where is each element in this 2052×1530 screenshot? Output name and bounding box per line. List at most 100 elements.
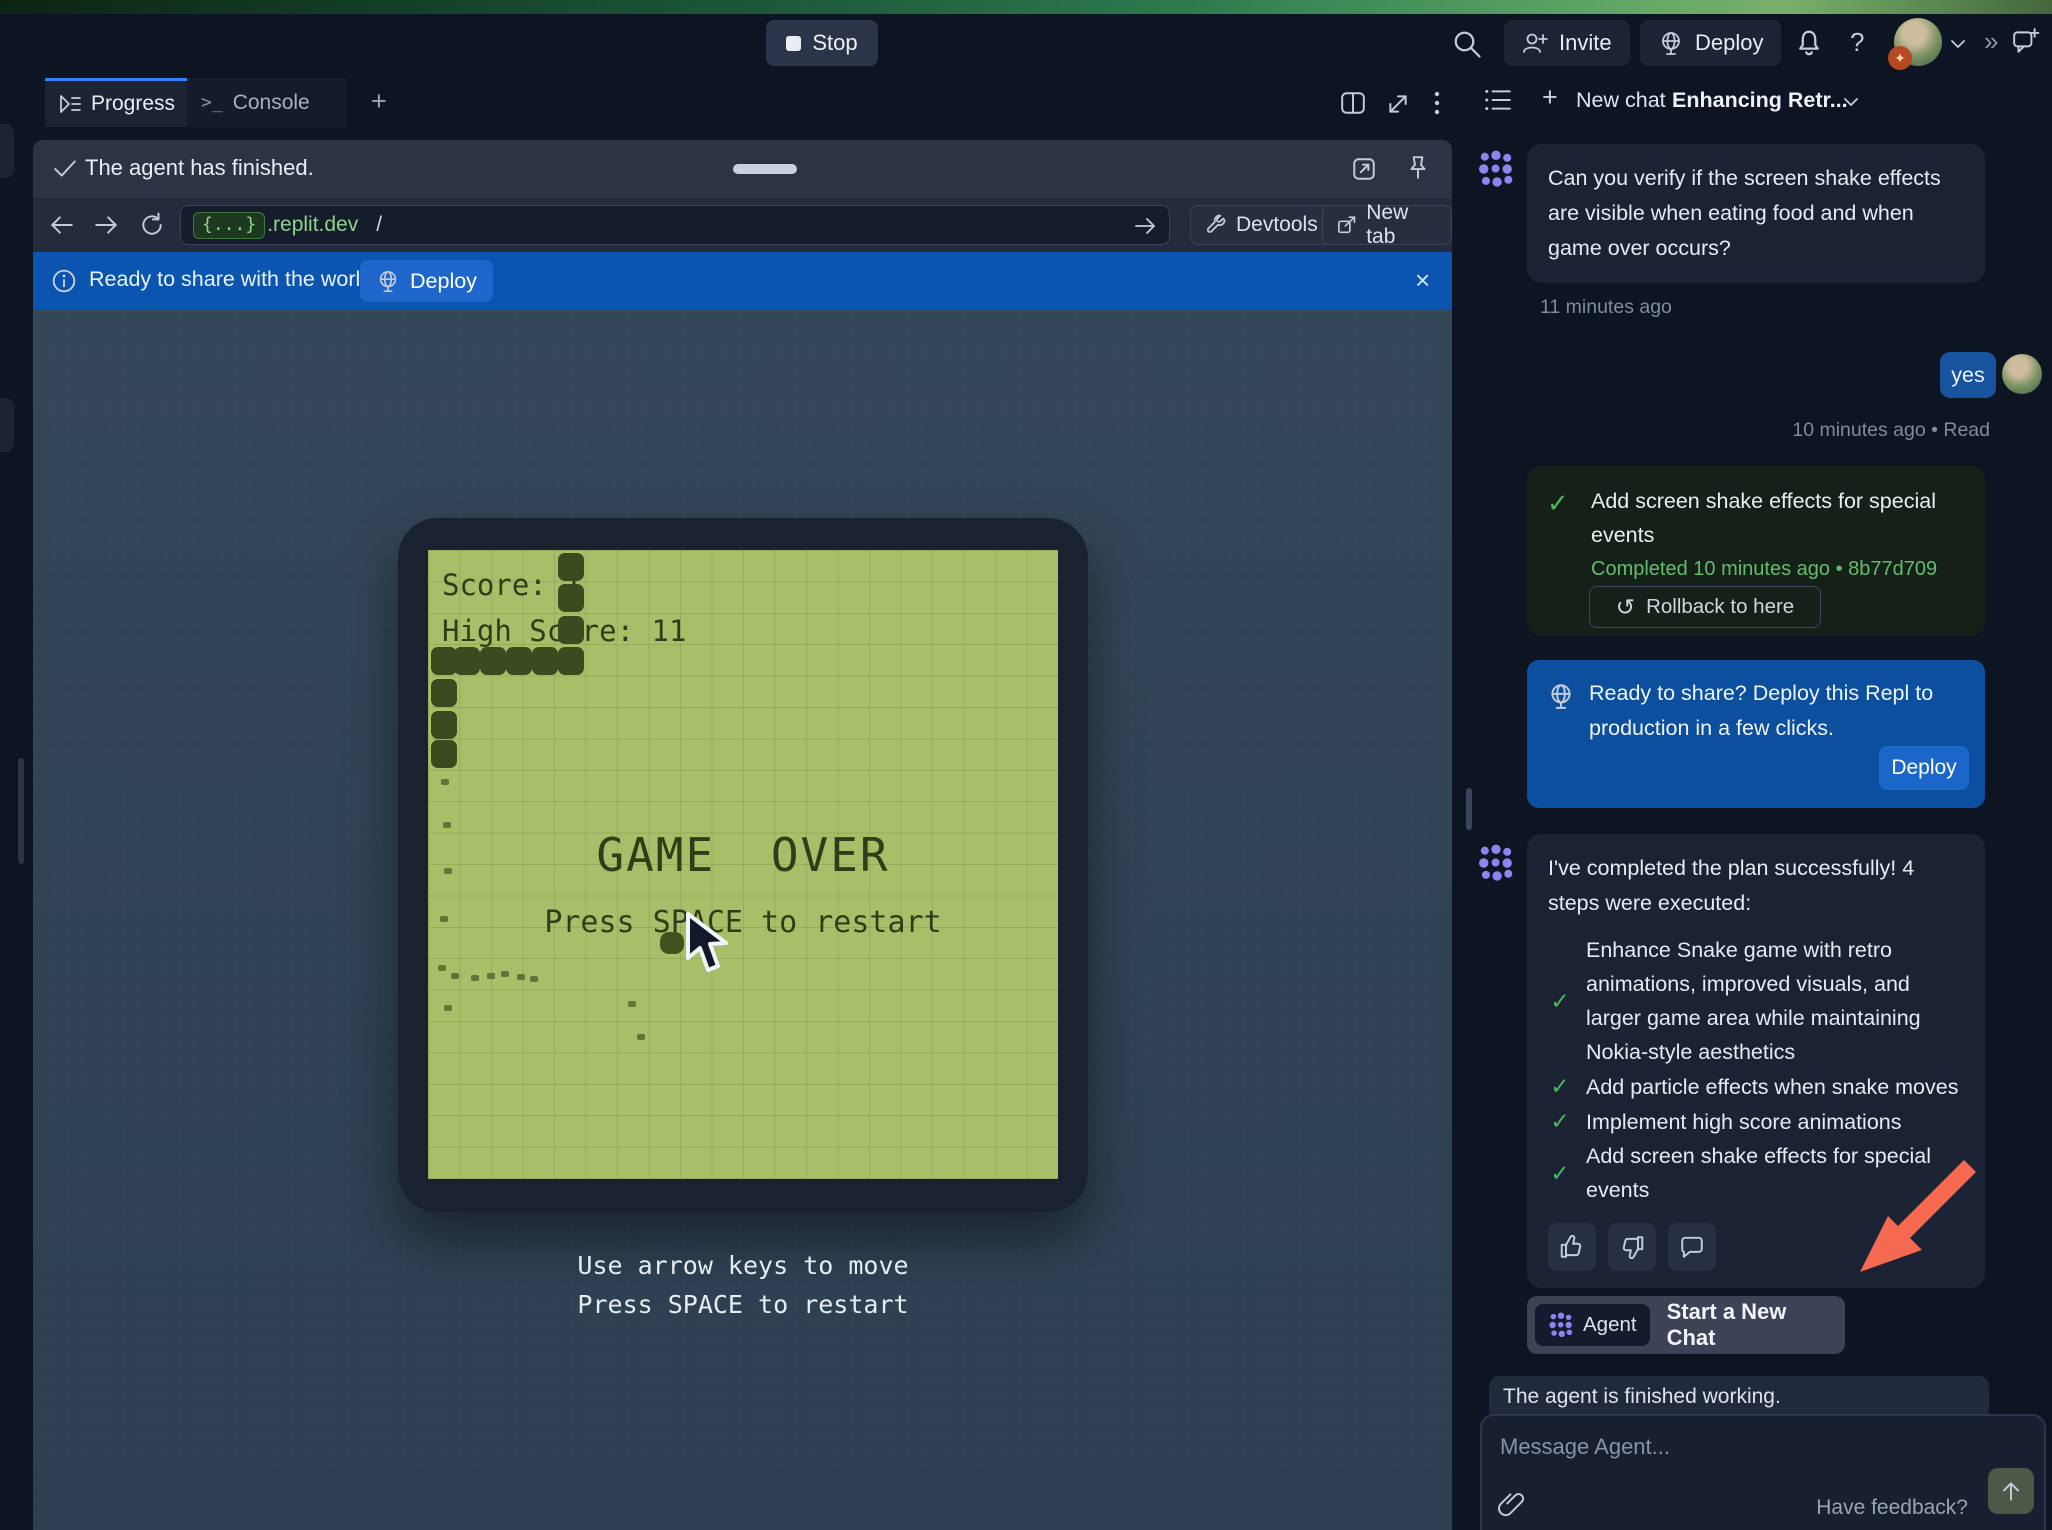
split-pane-icon[interactable] [1340, 91, 1366, 115]
dock-tab-collapsed[interactable] [0, 398, 14, 452]
snake-segment [532, 647, 558, 675]
check-icon: ✓ [1548, 1104, 1572, 1139]
panel-resize-handle[interactable] [1466, 788, 1472, 830]
message-input[interactable] [1500, 1434, 1930, 1460]
banner-close-icon[interactable]: × [1415, 265, 1430, 296]
invite-button[interactable]: Invite [1504, 20, 1630, 66]
new-tab-plus-icon[interactable]: + [371, 86, 387, 117]
new-chat-pane-icon[interactable] [2012, 27, 2040, 55]
notifications-bell-icon[interactable] [1794, 28, 1824, 58]
help-icon[interactable]: ? [1850, 27, 1864, 58]
invite-person-icon [1522, 31, 1548, 55]
check-icon: ✓ [1548, 1156, 1572, 1191]
banner-deploy-button[interactable]: Deploy [360, 260, 493, 302]
dock-tab-collapsed[interactable] [0, 124, 14, 178]
rollback-icon: ↺ [1616, 594, 1635, 621]
summary-steps: ✓ Enhance Snake game with retro animatio… [1548, 933, 1964, 1207]
tab-progress-label: Progress [91, 92, 175, 116]
agent-status-text: The agent has finished. [85, 155, 314, 181]
open-in-pane-icon[interactable] [1351, 156, 1377, 182]
search-icon[interactable] [1452, 29, 1482, 59]
checkpoint-title: Add screen shake effects for special eve… [1591, 484, 1963, 552]
rollback-label: Rollback to here [1646, 595, 1794, 619]
chat-history-list-icon[interactable] [1484, 88, 1512, 112]
kebab-menu-icon[interactable] [1433, 90, 1441, 121]
avatar[interactable]: ✦ [1894, 18, 1942, 66]
external-link-icon [1337, 214, 1357, 236]
comment-button[interactable] [1668, 1223, 1716, 1271]
summary-step: ✓ Add particle effects when snake moves [1548, 1069, 1964, 1104]
particle [487, 973, 495, 979]
reload-icon[interactable] [139, 212, 165, 238]
snake-segment [558, 553, 584, 581]
snake-segment [558, 647, 584, 675]
devtools-button[interactable]: Devtools [1190, 205, 1333, 245]
tabbar: Progress × >_ Console + [33, 78, 1452, 127]
agent-badge: Agent [1535, 1304, 1650, 1346]
game-bezel: Score: 1 High Score: 11 GAME OVER Press … [398, 518, 1088, 1212]
pin-icon[interactable] [1405, 155, 1431, 181]
new-tab-button[interactable]: New tab [1322, 205, 1452, 245]
have-feedback-link[interactable]: Have feedback? [1782, 1496, 1968, 1520]
forward-icon[interactable] [93, 213, 119, 237]
browser-viewport: Score: 1 High Score: 11 GAME OVER Press … [33, 310, 1452, 1530]
send-button[interactable] [1988, 1468, 2034, 1514]
new-chat-link[interactable]: New chat [1576, 88, 1666, 113]
tab-console[interactable]: >_ Console [187, 78, 347, 127]
game-over-text: GAME OVER [428, 828, 1058, 882]
game-screen[interactable]: Score: 1 High Score: 11 GAME OVER Press … [428, 550, 1058, 1179]
attach-paperclip-icon[interactable] [1498, 1490, 1524, 1518]
stop-button[interactable]: Stop [766, 20, 878, 66]
agent-finished-text: The agent is finished working. [1503, 1385, 1781, 1409]
thumbs-down-button[interactable] [1608, 1223, 1656, 1271]
thumbs-up-button[interactable] [1548, 1223, 1596, 1271]
particle [471, 975, 479, 981]
newtab-label: New tab [1366, 201, 1437, 249]
summary-intro: I've completed the plan successfully! 4 … [1548, 851, 1964, 921]
url-path: / [376, 213, 382, 237]
checkpoint-meta: Completed 10 minutes ago • 8b77d709 [1591, 558, 1937, 581]
particle [444, 1005, 452, 1011]
progress-tab-icon [59, 93, 81, 115]
stop-icon [786, 36, 801, 51]
info-icon [51, 268, 77, 294]
browser-toolbar: {...} .replit.dev / Devtools New tab [33, 198, 1452, 252]
food-block [660, 932, 684, 954]
drag-handle[interactable] [733, 164, 797, 174]
preview-pane: The agent has finished. {...} .replit.de… [33, 140, 1452, 1530]
message-composer: Have feedback? [1480, 1414, 2046, 1530]
invite-label: Invite [1559, 30, 1612, 56]
collapse-chevrons-icon[interactable]: » [1984, 26, 1998, 57]
devtools-label: Devtools [1236, 213, 1318, 237]
agent-logo-icon [1477, 844, 1515, 882]
checkpoint-card: ✓ Add screen shake effects for special e… [1527, 466, 1985, 636]
expand-pane-icon[interactable] [1386, 92, 1410, 116]
new-chat-plus-icon[interactable]: + [1542, 82, 1558, 113]
stop-label: Stop [812, 30, 857, 56]
agent-status-bar: The agent has finished. [33, 140, 1452, 198]
deploy-button[interactable]: Deploy [1640, 20, 1781, 66]
console-tab-icon: >_ [201, 92, 223, 113]
rollback-button[interactable]: ↺ Rollback to here [1589, 586, 1821, 628]
go-arrow-icon[interactable] [1133, 215, 1157, 237]
check-icon: ✓ [1548, 984, 1572, 1019]
deploy-promo-button[interactable]: Deploy [1879, 746, 1969, 790]
dock-scrollbar[interactable] [18, 758, 24, 864]
url-bar[interactable]: {...} .replit.dev / [180, 205, 1170, 245]
thread-title[interactable]: Enhancing Retr... [1672, 88, 1848, 113]
snake-segment [506, 647, 532, 675]
snake-segment [431, 711, 457, 739]
account-chevron-down-icon[interactable] [1950, 38, 1966, 50]
deploy-globe-icon [1547, 682, 1575, 710]
snake-segment [558, 616, 584, 644]
avatar-badge-icon: ✦ [1888, 46, 1912, 70]
particle [501, 971, 509, 977]
user-message: yes [1940, 352, 1996, 398]
particle [637, 1034, 645, 1040]
start-new-chat-button[interactable]: Agent Start a New Chat [1527, 1296, 1845, 1354]
particle [443, 822, 451, 828]
back-icon[interactable] [49, 213, 75, 237]
snake-segment [431, 740, 457, 768]
feedback-row [1548, 1223, 1964, 1271]
thread-chevron-down-icon[interactable] [1842, 96, 1860, 108]
